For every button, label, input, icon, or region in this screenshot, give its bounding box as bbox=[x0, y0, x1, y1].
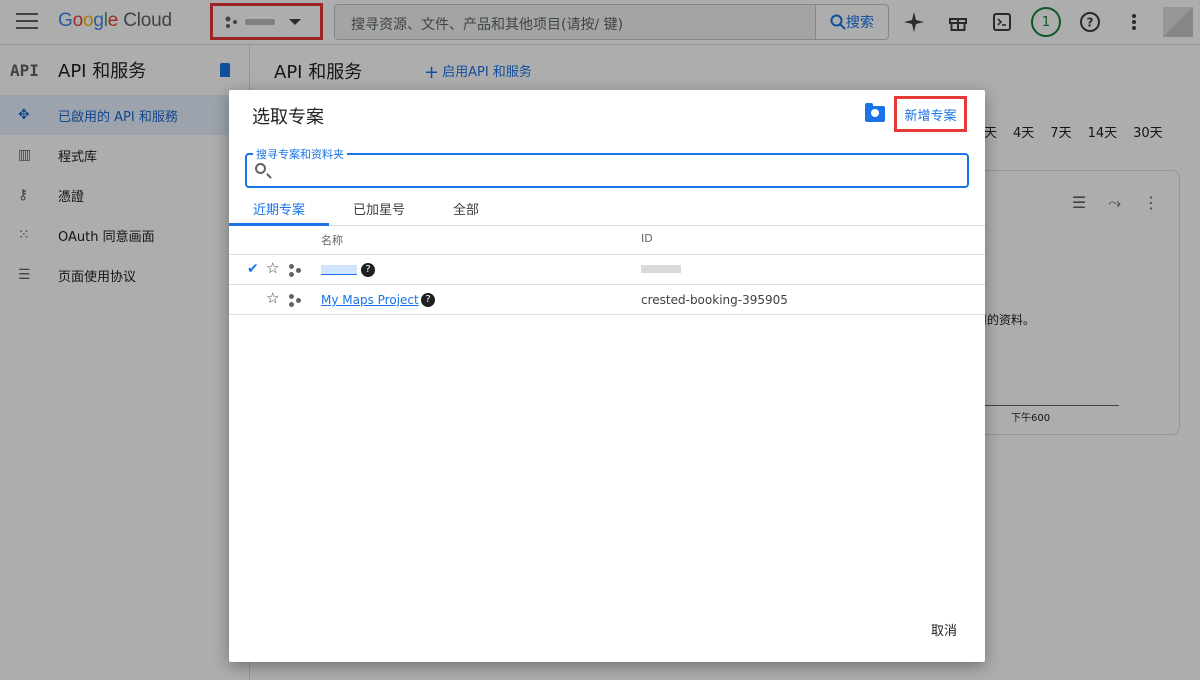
tab-all[interactable]: 全部 bbox=[429, 194, 503, 226]
project-dots-icon bbox=[289, 264, 303, 278]
help-icon[interactable]: ? bbox=[421, 293, 435, 307]
help-icon[interactable]: ? bbox=[361, 263, 375, 277]
project-dots-icon bbox=[289, 294, 303, 308]
tab-starred[interactable]: 已加星号 bbox=[329, 194, 429, 226]
new-project-button[interactable]: 新增专案 bbox=[894, 96, 967, 132]
cancel-button[interactable]: 取消 bbox=[931, 620, 957, 639]
project-tabs: 近期专案 已加星号 全部 bbox=[229, 194, 985, 226]
manage-folders-icon[interactable] bbox=[865, 103, 885, 122]
project-name-redacted[interactable] bbox=[321, 265, 357, 275]
table-row[interactable]: ✔ ☆ ? bbox=[229, 254, 985, 284]
search-field-label: 搜寻专案和资料夹 bbox=[253, 146, 347, 162]
project-id-redacted bbox=[641, 265, 681, 273]
table-row[interactable]: ☆ My Maps Project ? crested-booking-3959… bbox=[229, 284, 985, 314]
dialog-title: 选取专案 bbox=[252, 107, 324, 128]
search-icon bbox=[255, 163, 266, 174]
column-header-id: ID bbox=[641, 232, 653, 245]
column-header-name: 名称 bbox=[321, 234, 343, 247]
check-icon: ✔ bbox=[247, 261, 259, 277]
tab-recent[interactable]: 近期专案 bbox=[229, 194, 329, 226]
project-name-link[interactable]: My Maps Project bbox=[321, 293, 419, 307]
select-project-dialog: 选取专案 新增专案 搜寻专案和资料夹 近期专案 已加星号 全部 名称 ID ✔ … bbox=[229, 90, 985, 662]
project-search-input[interactable]: 搜寻专案和资料夹 bbox=[245, 146, 969, 188]
star-icon[interactable]: ☆ bbox=[266, 259, 279, 277]
star-icon[interactable]: ☆ bbox=[266, 289, 279, 307]
divider bbox=[229, 314, 985, 315]
project-id: crested-booking-395905 bbox=[641, 293, 788, 307]
